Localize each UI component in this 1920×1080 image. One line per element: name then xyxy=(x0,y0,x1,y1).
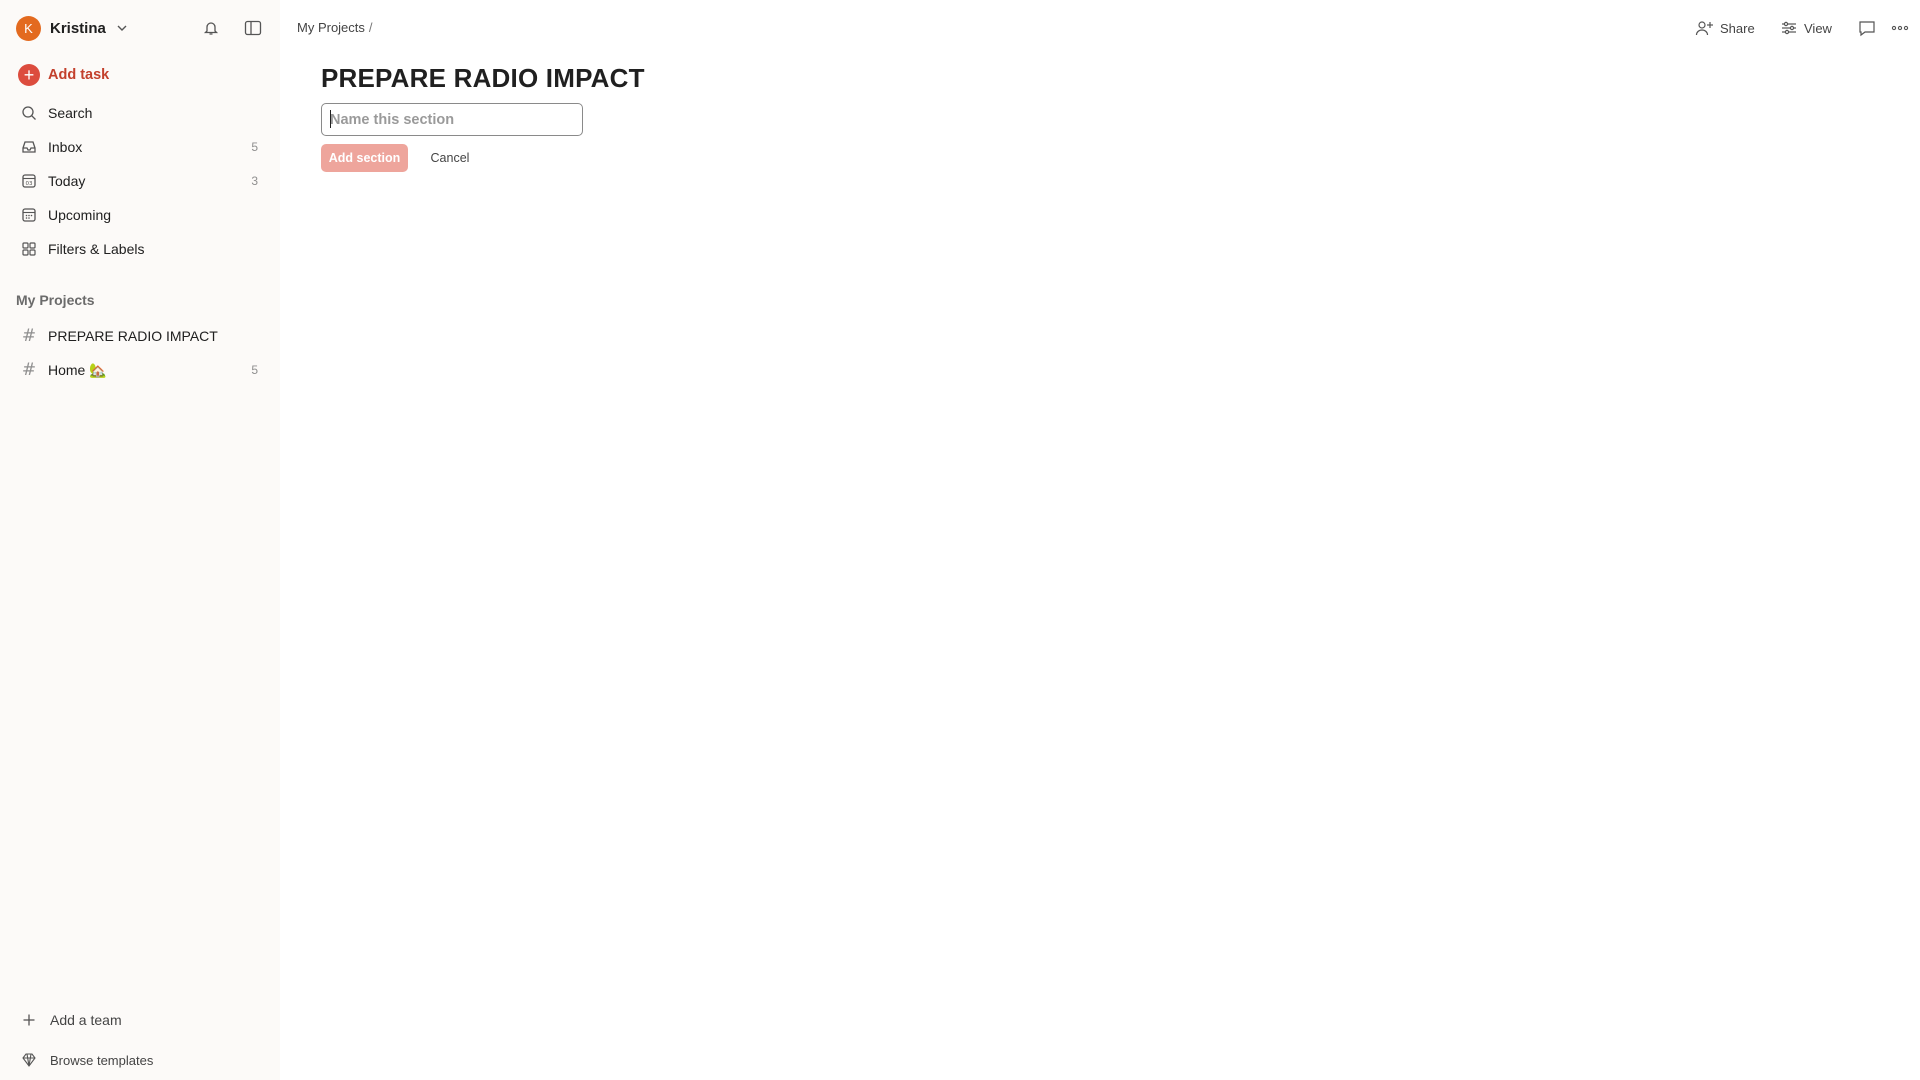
sidebar-item-upcoming[interactable]: Upcoming xyxy=(12,200,268,230)
hash-icon: # xyxy=(21,326,37,346)
item-count: 5 xyxy=(251,363,258,377)
add-task-label: Add task xyxy=(48,67,110,83)
sidebar-item-project-home[interactable]: # Home 🏡 5 xyxy=(12,355,268,385)
view-label: View xyxy=(1804,20,1832,36)
svg-text:03: 03 xyxy=(26,181,33,187)
sidebar-item-search[interactable]: Search xyxy=(12,98,268,128)
sliders-icon xyxy=(1782,21,1796,35)
sidebar-item-filters-labels[interactable]: Filters & Labels xyxy=(12,234,268,264)
text-cursor xyxy=(330,110,331,128)
breadcrumb-my-projects[interactable]: My Projects xyxy=(297,20,365,35)
add-section-button[interactable]: Add section xyxy=(321,144,408,172)
grid-icon xyxy=(18,238,40,260)
add-team-label: Add a team xyxy=(50,1012,122,1028)
add-team-button[interactable]: Add a team xyxy=(12,1005,268,1035)
comments-icon[interactable] xyxy=(1857,16,1877,40)
sidebar-item-label: Filters & Labels xyxy=(48,241,145,257)
sidebar-item-inbox[interactable]: Inbox 5 xyxy=(12,132,268,162)
browse-templates-button[interactable]: Browse templates xyxy=(12,1045,268,1075)
search-icon xyxy=(18,102,40,124)
sidebar-item-label: Today xyxy=(48,173,86,189)
bell-icon[interactable] xyxy=(201,18,221,38)
project-label: Home 🏡 xyxy=(48,361,107,378)
share-button[interactable]: Share xyxy=(1694,16,1755,40)
cancel-button[interactable]: Cancel xyxy=(418,144,482,172)
top-bar: My Projects / Share View xyxy=(280,0,1920,56)
section-name-input[interactable] xyxy=(321,103,583,136)
hash-icon: # xyxy=(21,360,37,380)
diamond-icon xyxy=(18,1049,40,1071)
breadcrumb: My Projects / xyxy=(297,20,373,35)
calendar-today-icon: 03 xyxy=(18,170,40,192)
sidebar-toggle-icon[interactable] xyxy=(243,18,263,38)
sidebar: K Kristina + Add task Search Inbox 5 03 … xyxy=(0,0,280,1080)
breadcrumb-separator: / xyxy=(368,20,373,35)
browse-templates-label: Browse templates xyxy=(50,1052,154,1068)
avatar[interactable]: K xyxy=(16,15,41,41)
item-count: 3 xyxy=(251,174,258,188)
share-label: Share xyxy=(1720,20,1755,36)
sidebar-item-label: Upcoming xyxy=(48,207,112,223)
project-label: PREPARE RADIO IMPACT xyxy=(48,328,218,344)
plus-circle-icon: + xyxy=(18,64,40,86)
sidebar-item-label: Search xyxy=(48,105,93,121)
sidebar-item-label: Inbox xyxy=(48,139,83,155)
plus-icon xyxy=(18,1009,40,1031)
sidebar-item-project-prepare-radio-impact[interactable]: # PREPARE RADIO IMPACT xyxy=(12,321,268,351)
item-count: 5 xyxy=(251,140,258,154)
my-projects-heading[interactable]: My Projects xyxy=(16,292,95,308)
inbox-icon xyxy=(18,136,40,158)
add-task-button[interactable]: + Add task xyxy=(12,60,268,90)
calendar-upcoming-icon xyxy=(18,204,40,226)
sidebar-item-today[interactable]: 03 Today 3 xyxy=(12,166,268,196)
user-name[interactable]: Kristina xyxy=(50,20,106,37)
chevron-down-icon[interactable] xyxy=(115,21,129,35)
page-title[interactable]: PREPARE RADIO IMPACT xyxy=(321,63,645,94)
share-person-icon xyxy=(1695,21,1713,36)
user-menu[interactable]: K Kristina xyxy=(16,15,129,41)
view-button[interactable]: View xyxy=(1780,16,1832,40)
more-options-icon[interactable] xyxy=(1890,16,1910,40)
